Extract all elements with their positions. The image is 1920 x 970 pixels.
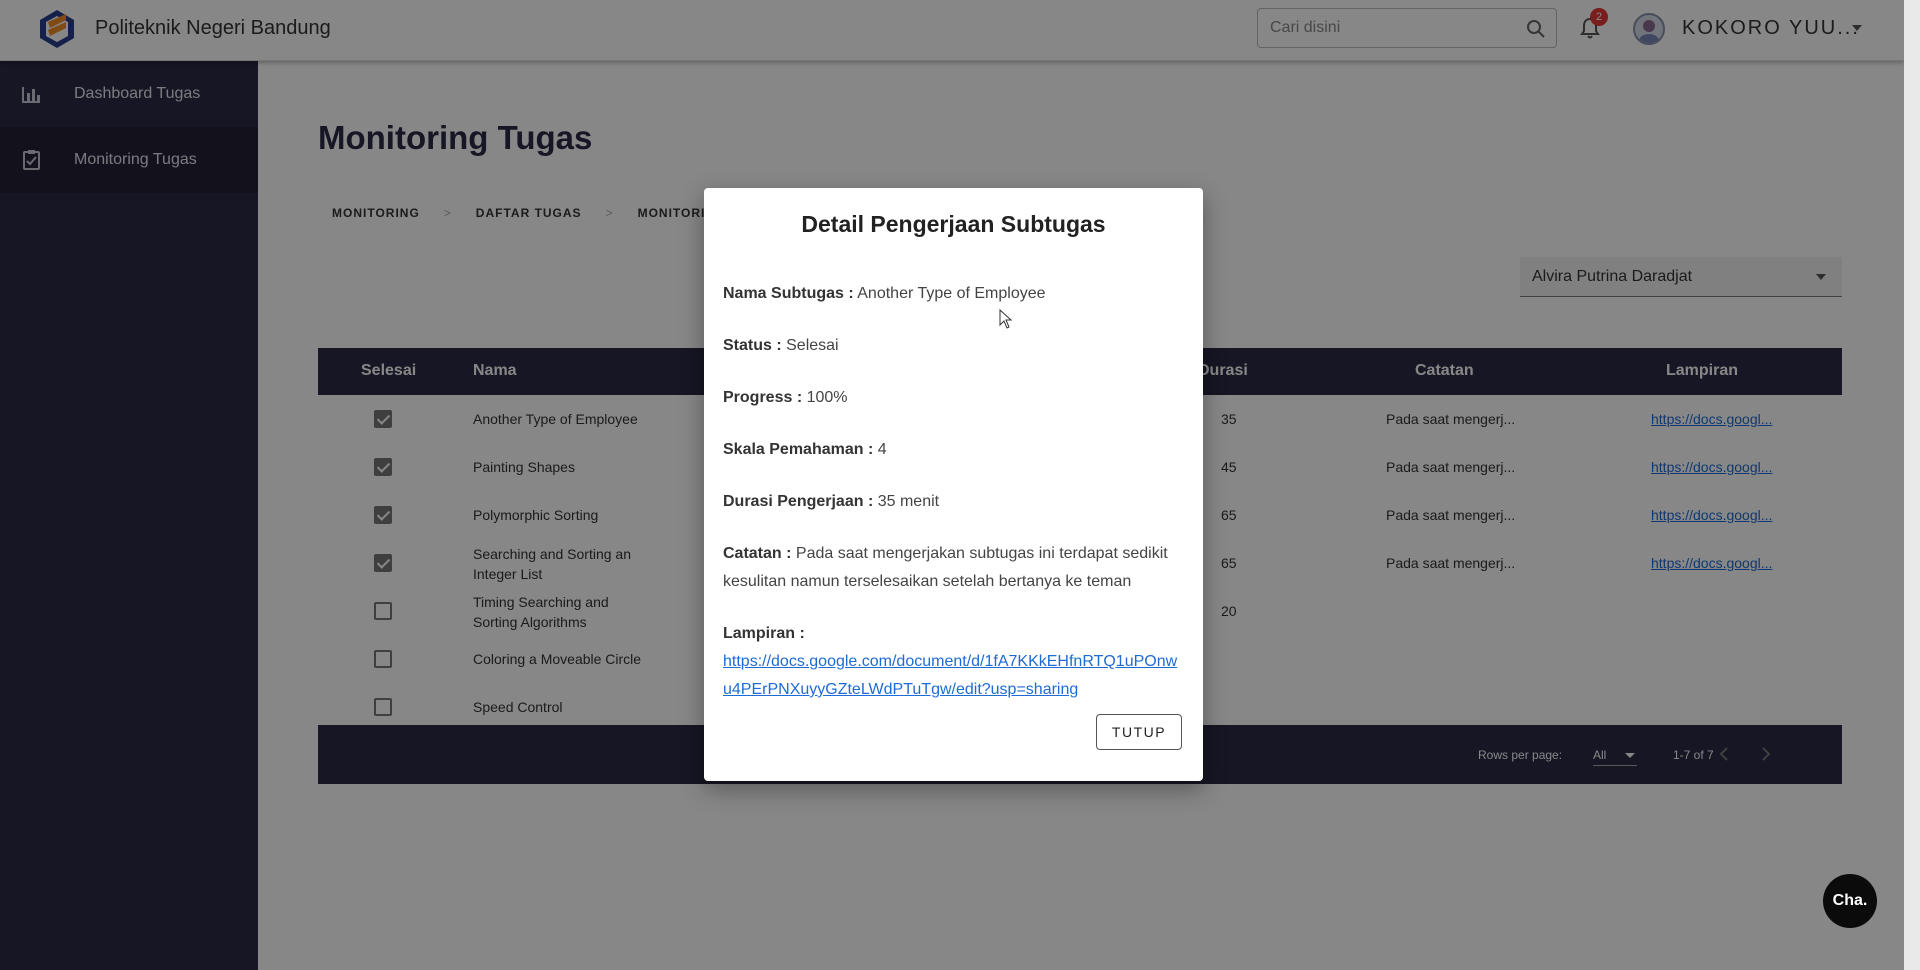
field-value: 100% <box>806 389 848 406</box>
field-catatan: Catatan : Pada saat mengerjakan subtugas… <box>723 540 1185 596</box>
field-lampiran: Lampiran : https://docs.google.com/docum… <box>723 620 1185 704</box>
field-durasi-pengerjaan: Durasi Pengerjaan : 35 menit <box>723 488 1185 516</box>
field-nama-subtugas: Nama Subtugas : Another Type of Employee <box>723 280 1185 308</box>
field-value: 35 menit <box>877 493 940 510</box>
field-value: 4 <box>877 441 887 458</box>
field-value: Another Type of Employee <box>857 285 1046 302</box>
field-status: Status : Selesai <box>723 332 1185 360</box>
field-label: Durasi Pengerjaan : <box>723 493 874 510</box>
field-label: Nama Subtugas : <box>723 285 854 302</box>
detail-modal: Detail Pengerjaan Subtugas Nama Subtugas… <box>704 188 1203 781</box>
scrollbar[interactable] <box>1904 0 1920 970</box>
modal-title: Detail Pengerjaan Subtugas <box>801 211 1106 237</box>
field-progress: Progress : 100% <box>723 384 1185 412</box>
close-button[interactable]: TUTUP <box>1096 714 1182 750</box>
field-value: Selesai <box>786 337 839 354</box>
mouse-cursor-icon <box>999 309 1013 329</box>
field-label: Skala Pemahaman : <box>723 441 874 458</box>
lampiran-link[interactable]: https://docs.google.com/document/d/1fA7K… <box>723 653 1177 698</box>
field-label: Catatan : <box>723 545 792 562</box>
field-label: Status : <box>723 337 782 354</box>
field-skala-pemahaman: Skala Pemahaman : 4 <box>723 436 1185 464</box>
field-label: Progress : <box>723 389 803 406</box>
chat-button[interactable]: Cha. <box>1823 874 1877 928</box>
field-label: Lampiran : <box>723 625 805 642</box>
